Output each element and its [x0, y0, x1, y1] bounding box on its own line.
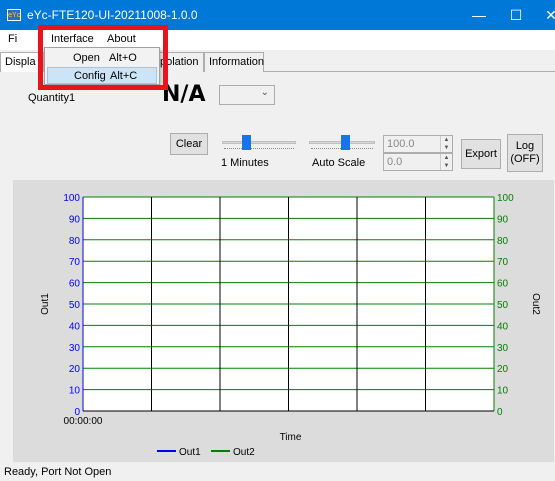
y-tick-label-left: 100 [63, 193, 80, 204]
y-tick-label-left: 30 [69, 343, 81, 354]
legend-label: Out2 [233, 447, 255, 458]
y-tick-label-left: 80 [69, 236, 81, 247]
x-axis-title: Time [280, 432, 302, 443]
y-tick-label-left: 90 [69, 214, 81, 225]
y-tick-label-right: 40 [497, 321, 509, 332]
y-tick-label-right: 80 [497, 236, 509, 247]
y-tick-label-right: 100 [497, 193, 514, 204]
y-tick-label-right: 30 [497, 343, 509, 354]
y-tick-label-right: 90 [497, 214, 509, 225]
status-bar: Ready, Port Not Open [0, 463, 555, 481]
y-tick-label-left: 20 [69, 364, 81, 375]
y-tick-label-left: 40 [69, 321, 81, 332]
y-tick-label-right: 10 [497, 386, 509, 397]
y-tick-label-right: 0 [497, 407, 503, 418]
y-tick-label-left: 60 [69, 279, 81, 290]
y-tick-label-right: 20 [497, 364, 509, 375]
y-axis-title-right: Out2 [530, 293, 541, 315]
y-tick-label-left: 10 [69, 386, 81, 397]
legend-label: Out1 [179, 447, 201, 458]
y-tick-label-right: 70 [497, 257, 509, 268]
y-tick-label-left: 50 [69, 300, 81, 311]
y-tick-label-right: 50 [497, 300, 509, 311]
y-tick-label-right: 60 [497, 279, 509, 290]
x-tick-label: 00:00:00 [64, 416, 103, 427]
y-axis-title-left: Out1 [40, 293, 51, 315]
highlight-annotation-box [38, 25, 168, 90]
y-tick-label-left: 70 [69, 257, 81, 268]
